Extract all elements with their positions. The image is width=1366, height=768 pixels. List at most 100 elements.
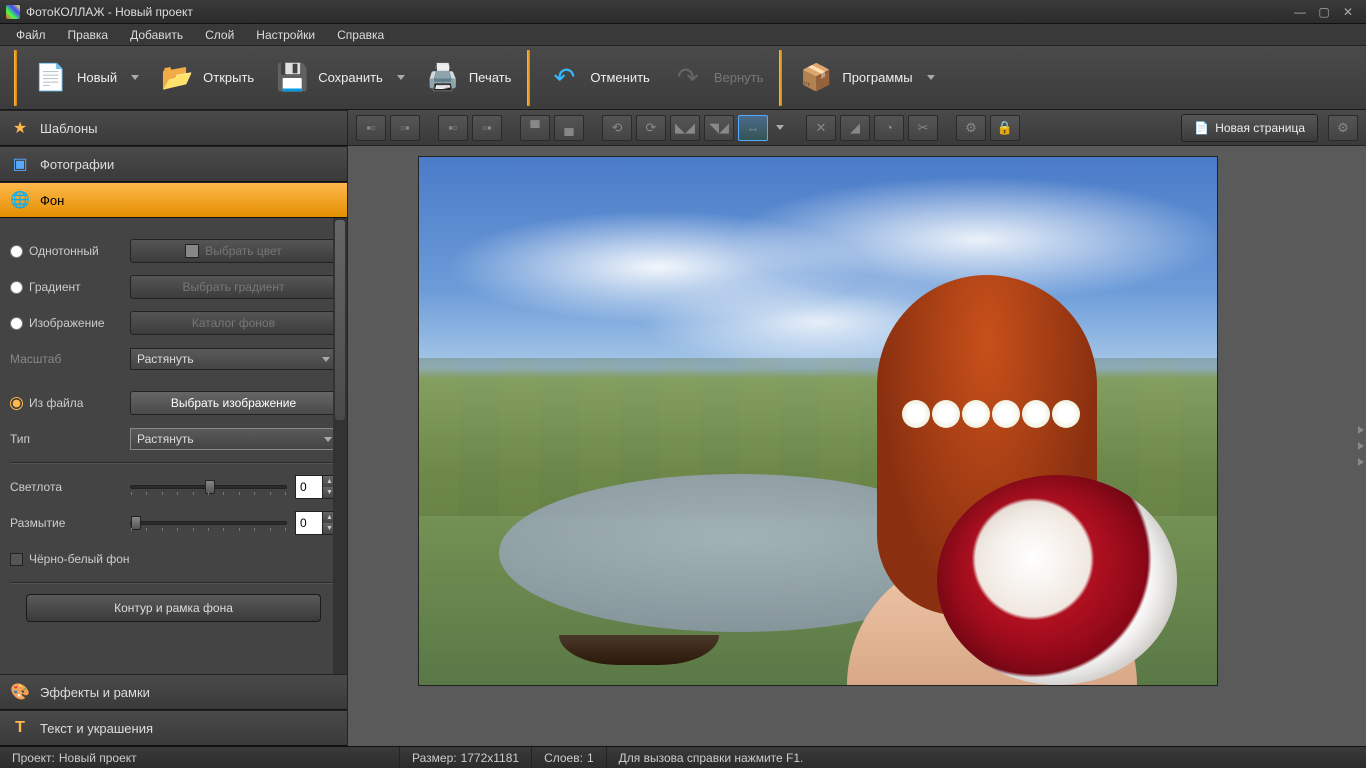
accordion-text[interactable]: T Текст и украшения <box>0 710 347 746</box>
contour-frame-button[interactable]: Контур и рамка фона <box>26 594 320 622</box>
gradient-label: Градиент <box>29 280 81 294</box>
open-button[interactable]: 📂 Открыть <box>149 54 264 102</box>
box-icon: 📦 <box>798 60 834 96</box>
background-panel: Однотонный Выбрать цвет Градиент Выбрать… <box>0 218 347 674</box>
align-top-icon[interactable]: ▀ <box>520 115 550 141</box>
redo-button[interactable]: ↷ Вернуть <box>660 54 774 102</box>
align-bottom-icon[interactable]: ▄ <box>554 115 584 141</box>
undo-button[interactable]: ↶ Отменить <box>536 54 659 102</box>
canvas-boat <box>559 635 719 665</box>
print-label: Печать <box>469 70 512 85</box>
flip-h-icon[interactable]: ◣◢ <box>670 115 700 141</box>
canvas-figure[interactable] <box>827 275 1157 685</box>
redo-label: Вернуть <box>714 70 764 85</box>
new-label: Новый <box>77 70 117 85</box>
gear-icon[interactable]: ⚙ <box>956 115 986 141</box>
palette-icon: 🎨 <box>10 682 30 702</box>
delete-icon[interactable]: ✕ <box>806 115 836 141</box>
accordion-effects-label: Эффекты и рамки <box>40 685 150 700</box>
lock-icon[interactable]: 🔒 <box>990 115 1020 141</box>
dropdown-icon[interactable] <box>776 125 784 130</box>
menu-edit[interactable]: Правка <box>58 26 119 44</box>
panel-expand-handles[interactable] <box>1358 426 1366 466</box>
crop-icon[interactable]: ◢ <box>840 115 870 141</box>
radio-from-file[interactable]: Из файла <box>10 396 130 410</box>
brightness-slider[interactable] <box>130 485 287 489</box>
from-file-label: Из файла <box>29 396 83 410</box>
window-title: ФотоКОЛЛАЖ - Новый проект <box>26 5 1288 19</box>
pick-image-button[interactable]: Выбрать изображение <box>130 391 337 415</box>
save-button[interactable]: 💾 Сохранить <box>264 54 415 102</box>
scrollbar[interactable] <box>333 218 347 674</box>
type-select[interactable]: Растянуть <box>130 428 337 450</box>
minimize-button[interactable]: — <box>1288 3 1312 21</box>
menu-help[interactable]: Справка <box>327 26 394 44</box>
pick-color-button[interactable]: Выбрать цвет <box>130 239 337 263</box>
maximize-button[interactable]: ▢ <box>1312 3 1336 21</box>
accordion-photos[interactable]: ▣ Фотографии <box>0 146 347 182</box>
menu-settings[interactable]: Настройки <box>246 26 325 44</box>
radio-solid[interactable]: Однотонный <box>10 244 130 258</box>
accordion-templates[interactable]: ★ Шаблоны <box>0 110 347 146</box>
project-value: Новый проект <box>59 751 137 765</box>
menu-add[interactable]: Добавить <box>120 26 193 44</box>
rotate-right-icon[interactable]: ⟳ <box>636 115 666 141</box>
globe-icon: 🌐 <box>10 190 30 210</box>
canvas[interactable] <box>418 156 1218 686</box>
new-page-button[interactable]: 📄 Новая страница <box>1181 114 1318 142</box>
project-label: Проект: <box>12 751 55 765</box>
close-button[interactable]: ✕ <box>1336 3 1360 21</box>
print-button[interactable]: 🖨️ Печать <box>415 54 522 102</box>
brightness-spinbox[interactable]: 0▲▼ <box>295 475 337 499</box>
page-settings-icon[interactable]: ⚙ <box>1328 115 1358 141</box>
bring-forward-icon[interactable]: ▪▫ <box>438 115 468 141</box>
figure-bouquet <box>937 475 1177 685</box>
status-size: Размер: 1772x1181 <box>400 747 532 768</box>
blur-spinbox[interactable]: 0▲▼ <box>295 511 337 535</box>
accordion-background[interactable]: 🌐 Фон <box>0 182 347 218</box>
figure-flower-crown <box>902 400 1082 460</box>
menubar: Файл Правка Добавить Слой Настройки Спра… <box>0 24 1366 46</box>
accordion-background-label: Фон <box>40 193 64 208</box>
scrollbar-thumb[interactable] <box>335 220 345 420</box>
canvas-toolbar: ▪▫ ▫▪ ▪▫ ▫▪ ▀ ▄ ⟲ ⟳ ◣◢ ◥◢ ↔ ✕ ◢ ◔ ✂ ⚙ 🔒 … <box>348 110 1366 146</box>
flip-v-icon[interactable]: ◥◢ <box>704 115 734 141</box>
catalog-button[interactable]: Каталог фонов <box>130 311 337 335</box>
radio-gradient[interactable]: Градиент <box>10 280 130 294</box>
send-back-icon[interactable]: ▫▪ <box>390 115 420 141</box>
toolbar-separator <box>527 50 530 106</box>
scale-label: Масштаб <box>10 352 130 366</box>
bw-checkbox[interactable]: Чёрно-белый фон <box>10 552 130 566</box>
new-button[interactable]: 📄 Новый <box>23 54 149 102</box>
save-disk-icon: 💾 <box>274 60 310 96</box>
toolbar-separator <box>14 50 17 106</box>
statusbar: Проект: Новый проект Размер: 1772x1181 С… <box>0 746 1366 768</box>
layers-label: Слоев: <box>544 751 583 765</box>
image-label: Изображение <box>29 316 105 330</box>
layers-value: 1 <box>587 751 594 765</box>
accordion-text-label: Текст и украшения <box>40 721 153 736</box>
side-panel: ★ Шаблоны ▣ Фотографии 🌐 Фон Однотонный … <box>0 110 348 746</box>
undo-arrow-icon: ↶ <box>546 60 582 96</box>
pick-gradient-button[interactable]: Выбрать градиент <box>130 275 337 299</box>
scissors-icon[interactable]: ✂ <box>908 115 938 141</box>
rotate-left-icon[interactable]: ⟲ <box>602 115 632 141</box>
type-label: Тип <box>10 432 130 446</box>
menu-file[interactable]: Файл <box>6 26 56 44</box>
bw-label: Чёрно-белый фон <box>29 552 130 566</box>
bring-front-icon[interactable]: ▪▫ <box>356 115 386 141</box>
fit-width-icon[interactable]: ↔ <box>738 115 768 141</box>
send-backward-icon[interactable]: ▫▪ <box>472 115 502 141</box>
status-layers: Слоев: 1 <box>532 747 607 768</box>
brightness-label: Светлота <box>10 480 130 494</box>
scale-select[interactable]: Растянуть <box>130 348 337 370</box>
radio-image[interactable]: Изображение <box>10 316 130 330</box>
main-toolbar: 📄 Новый 📂 Открыть 💾 Сохранить 🖨️ Печать … <box>0 46 1366 110</box>
menu-layer[interactable]: Слой <box>195 26 244 44</box>
canvas-viewport[interactable] <box>348 146 1366 746</box>
blur-slider[interactable] <box>130 521 287 525</box>
mask-icon[interactable]: ◔ <box>874 115 904 141</box>
dropdown-icon <box>131 75 139 80</box>
accordion-effects[interactable]: 🎨 Эффекты и рамки <box>0 674 347 710</box>
programs-button[interactable]: 📦 Программы <box>788 54 944 102</box>
